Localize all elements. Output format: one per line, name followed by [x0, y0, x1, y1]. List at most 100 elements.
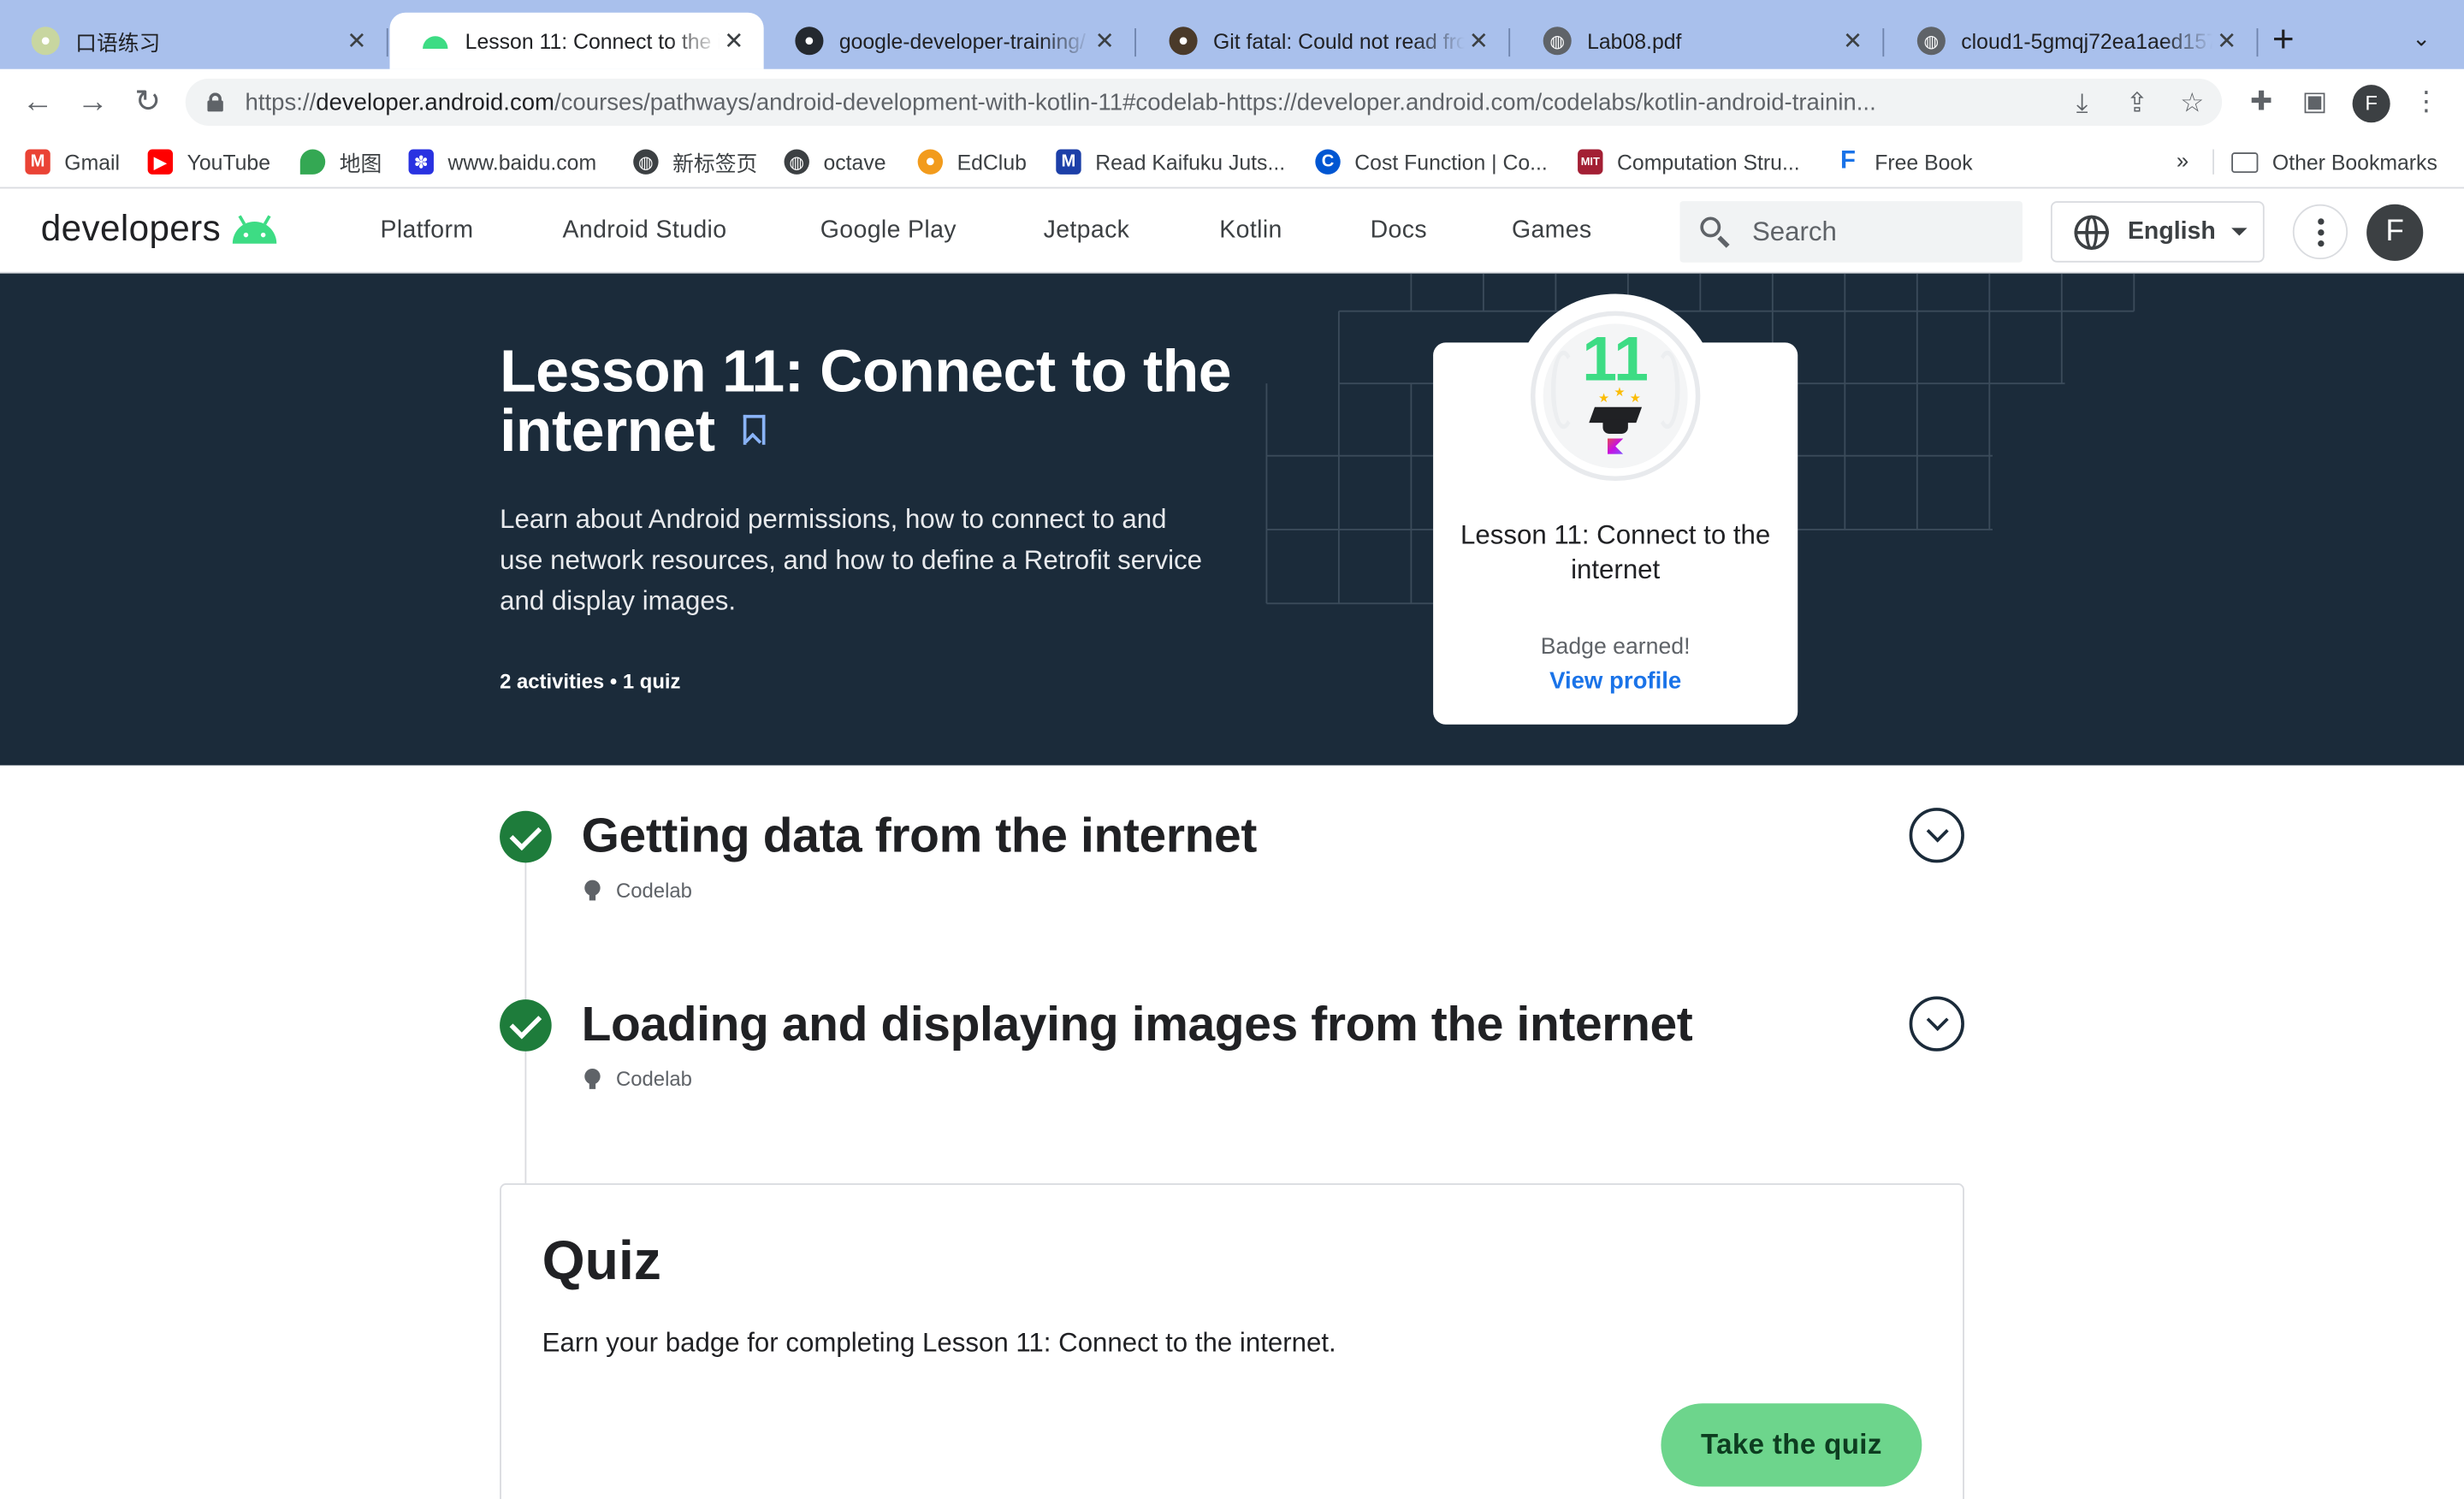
- bookmark-kaifuku[interactable]: M Read Kaifuku Juts...: [1056, 146, 1285, 178]
- tab-title: google-developer-training/: [838, 28, 1086, 53]
- profile-avatar[interactable]: F: [2352, 85, 2390, 123]
- browser-tab[interactable]: ● Git fatal: Could not read from ✕: [1138, 13, 1508, 69]
- bookmark-label: Gmail: [64, 150, 121, 174]
- close-icon[interactable]: ✕: [1091, 27, 1119, 55]
- browser-tab[interactable]: ◍ Lab08.pdf ✕: [1512, 13, 1882, 69]
- close-icon[interactable]: ✕: [342, 27, 370, 55]
- tab-title: Lesson 11: Connect to the internet: [465, 28, 720, 53]
- nav-kotlin[interactable]: Kotlin: [1219, 216, 1282, 245]
- activity-type: Codelab: [584, 879, 692, 902]
- browser-menu-icon[interactable]: ⋮: [2411, 86, 2443, 118]
- expand-chevron-icon[interactable]: [1909, 996, 1964, 1052]
- bookmark-edclub[interactable]: ● EdClub: [917, 146, 1027, 178]
- other-bookmarks[interactable]: Other Bookmarks: [2231, 146, 2437, 178]
- reload-icon[interactable]: ↻: [129, 83, 167, 121]
- url-text[interactable]: https://developer.android.com/courses/pa…: [246, 89, 2052, 116]
- nav-android-studio[interactable]: Android Studio: [563, 216, 727, 245]
- bookmark-mit-ocw[interactable]: MIT Computation Stru...: [1578, 146, 1800, 178]
- expand-chevron-icon[interactable]: [1909, 808, 1964, 863]
- github-icon: ●: [795, 27, 824, 56]
- bookmark-label: octave: [823, 150, 886, 174]
- globe-icon: ◍: [1543, 27, 1572, 56]
- close-icon[interactable]: ✕: [2212, 27, 2241, 55]
- browser-toolbar: ← → ↻ https://developer.android.com/cour…: [0, 68, 2464, 135]
- avatar-icon: ●: [1169, 27, 1198, 56]
- url-scheme: https://: [245, 88, 317, 116]
- activity-title[interactable]: Getting data from the internet: [582, 808, 1258, 864]
- take-quiz-button[interactable]: Take the quiz: [1661, 1403, 1922, 1487]
- new-tab-icon[interactable]: +: [2272, 21, 2295, 60]
- nav-google-play[interactable]: Google Play: [820, 216, 957, 245]
- close-icon[interactable]: ✕: [1839, 27, 1867, 55]
- quiz-title: Quiz: [542, 1230, 661, 1292]
- bookmark-label: Read Kaifuku Juts...: [1095, 150, 1286, 174]
- bookmark-label: YouTube: [187, 150, 271, 174]
- check-circle-icon: [500, 999, 552, 1052]
- forward-arrow-icon[interactable]: →: [74, 83, 111, 121]
- badge-status: Badge earned!: [1540, 635, 1691, 661]
- bookmarks-bar: M Gmail ▶ YouTube 地图 ✽ www.baidu.com ◍ 新标签页 …: [0, 134, 2464, 189]
- gmail-icon: M: [25, 149, 50, 175]
- mit-ocw-icon: MIT: [1578, 149, 1603, 175]
- browser-tab[interactable]: ● google-developer-training/ ✕: [764, 13, 1134, 69]
- back-arrow-icon[interactable]: ←: [19, 83, 56, 121]
- star-icon: ★: [1614, 385, 1626, 400]
- address-bar[interactable]: https://developer.android.com/courses/pa…: [185, 78, 2223, 126]
- browser-tab-active[interactable]: Lesson 11: Connect to the internet ✕: [389, 12, 764, 69]
- lesson-meta: 2 activities • 1 quiz: [500, 669, 681, 694]
- browser-tab[interactable]: ◍ cloud1-5gmqj72ea1aed157 ✕: [1886, 13, 2256, 69]
- globe-icon: [2074, 214, 2109, 250]
- developers-logo[interactable]: developers: [41, 207, 277, 250]
- tab-title: Git fatal: Could not read from: [1212, 28, 1465, 53]
- install-app-icon[interactable]: ⤓: [2066, 88, 2098, 120]
- close-icon[interactable]: ✕: [1465, 27, 1493, 55]
- extensions-puzzle-icon[interactable]: ✚: [2246, 86, 2277, 118]
- language-selector[interactable]: English: [2050, 201, 2265, 263]
- nav-games[interactable]: Games: [1512, 216, 1592, 245]
- tab-separator: [1508, 28, 1511, 57]
- more-options-icon[interactable]: [2292, 204, 2348, 260]
- youtube-icon: ▶: [147, 149, 174, 175]
- side-panel-icon[interactable]: ▣: [2299, 86, 2331, 118]
- url-host: developer.android.com: [316, 88, 554, 116]
- activity-title[interactable]: Loading and displaying images from the i…: [582, 996, 1693, 1052]
- lightbulb-icon: [584, 1068, 601, 1089]
- nav-jetpack[interactable]: Jetpack: [1044, 216, 1130, 245]
- manga-icon: M: [1056, 149, 1081, 175]
- tab-search-chevron-icon[interactable]: ⌄: [2412, 25, 2431, 51]
- bookmark-star-icon[interactable]: ☆: [2177, 88, 2208, 120]
- bookmark-octave[interactable]: ◍ octave: [784, 146, 886, 178]
- bookmark-coursera[interactable]: C Cost Function | Co...: [1315, 146, 1548, 178]
- bookmark-maps[interactable]: 地图: [299, 146, 382, 178]
- bookmark-label: Computation Stru...: [1617, 150, 1800, 174]
- quiz-description: Earn your badge for completing Lesson 11…: [542, 1328, 1336, 1358]
- bookmark-label: Free Book: [1875, 150, 1973, 174]
- bookmark-free-book[interactable]: F Free Book: [1835, 146, 1973, 178]
- search-icon: [1699, 215, 1733, 249]
- tab-separator: [2256, 28, 2259, 57]
- view-profile-link[interactable]: View profile: [1458, 668, 1772, 695]
- share-icon[interactable]: ⇪: [2122, 88, 2153, 120]
- bookmark-new-tab[interactable]: ◍ 新标签页: [633, 146, 757, 178]
- close-icon[interactable]: ✕: [720, 27, 748, 55]
- more-bookmarks-chevron[interactable]: »: [2177, 148, 2189, 173]
- bookmark-youtube[interactable]: ▶ YouTube: [147, 146, 271, 178]
- bookmark-icon[interactable]: [743, 414, 766, 445]
- bookmark-gmail[interactable]: M Gmail: [25, 146, 120, 178]
- lesson-description: Learn about Android permissions, how to …: [500, 504, 1203, 617]
- site-header: developers Platform Android Studio Googl…: [0, 190, 2464, 274]
- account-avatar[interactable]: F: [2366, 204, 2424, 261]
- lock-icon[interactable]: [207, 92, 223, 112]
- nav-docs[interactable]: Docs: [1371, 216, 1427, 245]
- tab-separator: [1882, 28, 1885, 57]
- site-search-input[interactable]: Search: [1679, 201, 2023, 263]
- tab-separator: [1134, 28, 1136, 57]
- bookmark-baidu[interactable]: ✽ www.baidu.com: [408, 146, 596, 178]
- android-icon: [421, 27, 449, 55]
- globe-icon: ◍: [784, 149, 809, 175]
- nav-platform[interactable]: Platform: [380, 216, 473, 245]
- lesson-badge-medal: 11 ★ ★ ★: [1530, 311, 1701, 482]
- bookmark-label: Cost Function | Co...: [1354, 150, 1548, 174]
- browser-tab[interactable]: ● 口语练习 ✕: [0, 13, 387, 69]
- globe-icon: ◍: [633, 149, 659, 175]
